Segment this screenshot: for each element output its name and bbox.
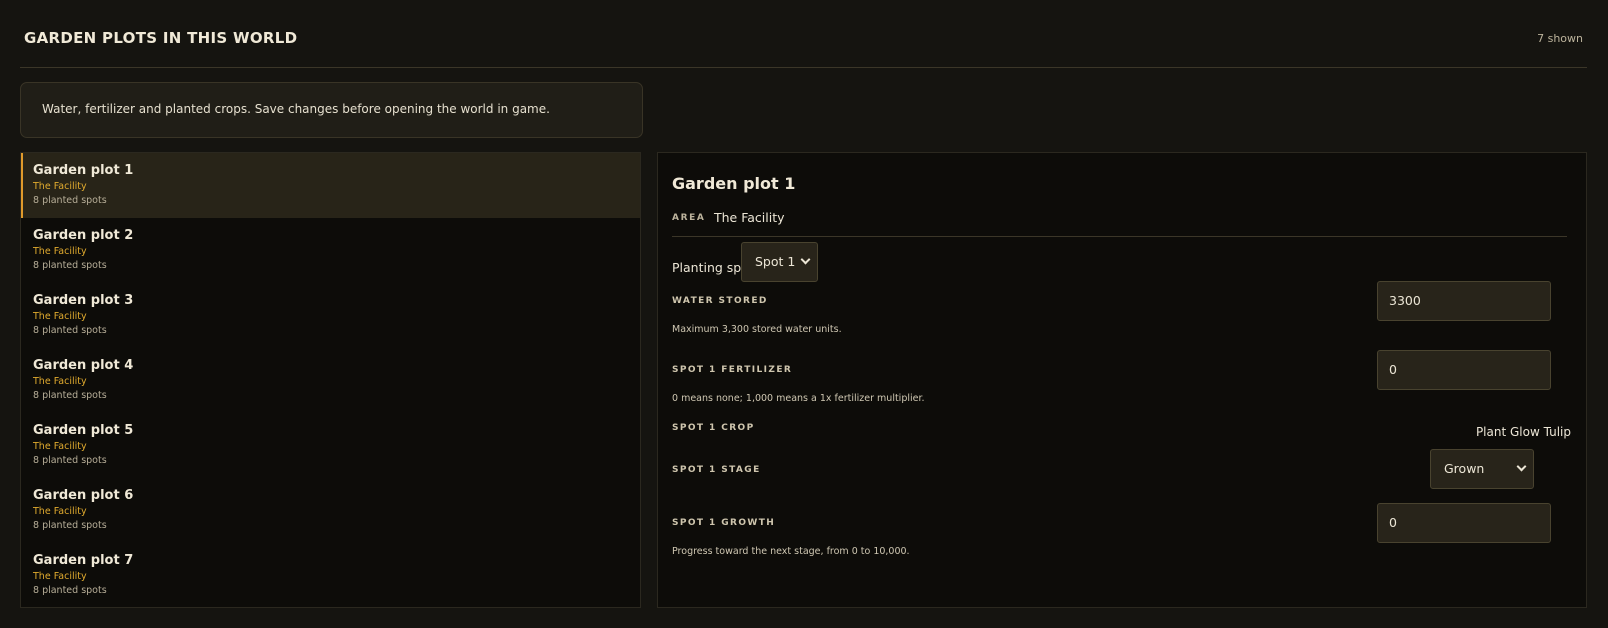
plot-spot-count: 8 planted spots [33, 260, 107, 271]
plot-area: The Facility [33, 311, 87, 322]
plot-name: Garden plot 7 [33, 553, 134, 568]
plot-area: The Facility [33, 376, 87, 387]
fertilizer-input[interactable]: 0 [1377, 350, 1551, 390]
growth-input[interactable]: 0 [1377, 503, 1551, 543]
plot-list-item[interactable]: Garden plot 3 The Facility 8 planted spots [21, 283, 640, 348]
crop-label: SPOT 1 CROP [672, 423, 755, 433]
plot-area: The Facility [33, 571, 87, 582]
planting-spot-value: Spot 1 [755, 254, 796, 269]
stage-value: Grown [1444, 461, 1485, 476]
plot-spot-count: 8 planted spots [33, 325, 107, 336]
shown-count: 7 shown [1537, 32, 1583, 45]
page-header: GARDEN PLOTS IN THIS WORLD 7 shown [20, 0, 1587, 68]
water-stored-hint: Maximum 3,300 stored water units. [672, 324, 842, 335]
stage-label: SPOT 1 STAGE [672, 465, 761, 475]
plot-list-item[interactable]: Garden plot 6 The Facility 8 planted spots [21, 478, 640, 543]
planting-spot-select[interactable]: Spot 1 [741, 242, 818, 282]
plot-spot-count: 8 planted spots [33, 520, 107, 531]
chevron-down-icon [1516, 461, 1527, 472]
growth-hint: Progress toward the next stage, from 0 t… [672, 546, 910, 557]
plot-area: The Facility [33, 246, 87, 257]
area-label: AREA [672, 213, 706, 223]
plot-area: The Facility [33, 441, 87, 452]
plot-detail-panel: Garden plot 1 AREA The Facility Planting… [657, 152, 1587, 608]
chevron-down-icon [800, 254, 811, 265]
water-stored-input[interactable]: 3300 [1377, 281, 1551, 321]
info-text: Water, fertilizer and planted crops. Sav… [42, 102, 550, 116]
crop-value: Plant Glow Tulip [1475, 425, 1571, 439]
plot-name: Garden plot 5 [33, 423, 134, 438]
plot-spot-count: 8 planted spots [33, 455, 107, 466]
plot-name: Garden plot 3 [33, 293, 134, 308]
plot-area: The Facility [33, 506, 87, 517]
area-row: AREA The Facility [672, 209, 1567, 237]
plot-list-item[interactable]: Garden plot 5 The Facility 8 planted spots [21, 413, 640, 478]
plot-spot-count: 8 planted spots [33, 585, 107, 596]
plot-list-item[interactable]: Garden plot 2 The Facility 8 planted spots [21, 218, 640, 283]
garden-plots-page: GARDEN PLOTS IN THIS WORLD 7 shown Water… [0, 0, 1608, 628]
fertilizer-hint: 0 means none; 1,000 means a 1x fertilize… [672, 393, 925, 404]
plot-name: Garden plot 4 [33, 358, 134, 373]
page-title: GARDEN PLOTS IN THIS WORLD [24, 29, 298, 47]
fertilizer-label: SPOT 1 FERTILIZER [672, 365, 793, 375]
info-banner: Water, fertilizer and planted crops. Sav… [20, 82, 643, 138]
water-stored-label: WATER STORED [672, 296, 768, 306]
plot-name: Garden plot 6 [33, 488, 134, 503]
detail-title: Garden plot 1 [672, 174, 796, 193]
plot-name: Garden plot 1 [33, 163, 134, 178]
plot-spot-count: 8 planted spots [33, 195, 107, 206]
stage-select[interactable]: Grown [1430, 449, 1534, 489]
growth-label: SPOT 1 GROWTH [672, 518, 776, 528]
plot-area: The Facility [33, 181, 87, 192]
plot-spot-count: 8 planted spots [33, 390, 107, 401]
plot-name: Garden plot 2 [33, 228, 134, 243]
area-value: The Facility [714, 210, 785, 225]
plot-list: Garden plot 1 The Facility 8 planted spots… [20, 152, 641, 608]
plot-list-item[interactable]: Garden plot 7 The Facility 8 planted spots [21, 543, 640, 608]
plot-list-item[interactable]: Garden plot 4 The Facility 8 planted spots [21, 348, 640, 413]
plot-list-item[interactable]: Garden plot 1 The Facility 8 planted spots [21, 153, 640, 218]
